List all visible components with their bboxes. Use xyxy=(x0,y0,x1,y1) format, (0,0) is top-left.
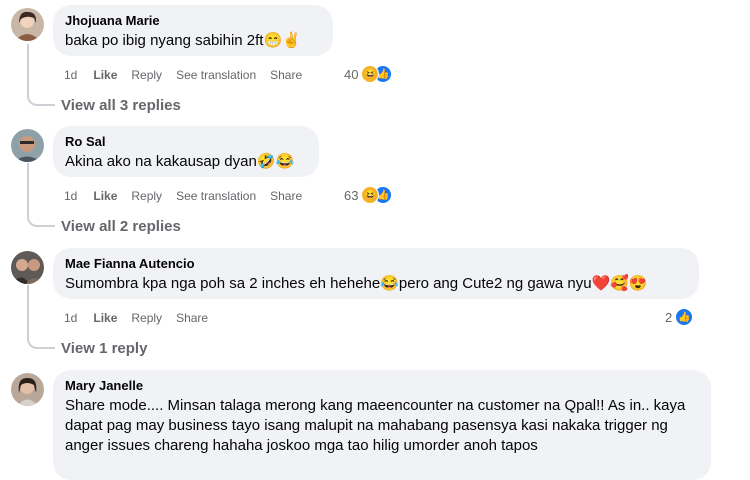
view-replies-link[interactable]: View 1 reply xyxy=(61,340,147,357)
timestamp[interactable]: 1d xyxy=(64,189,77,203)
comment-actions: 1d Like Reply Share xyxy=(64,310,222,326)
comment-actions: 1d Like Reply See translation Share xyxy=(64,67,316,83)
comment-actions: 1d Like Reply See translation Share xyxy=(64,188,316,204)
reaction-count: 2 xyxy=(665,309,673,325)
comment-bubble: Mae Fianna Autencio Sumombra kpa nga poh… xyxy=(53,248,699,299)
thread-line xyxy=(27,163,55,227)
view-replies-link[interactable]: View all 2 replies xyxy=(61,218,181,235)
reply-button[interactable]: Reply xyxy=(131,311,162,325)
reaction-count: 40 xyxy=(344,66,359,82)
like-button[interactable]: Like xyxy=(93,68,117,82)
comment-text: baka po ibig nyang sabihin 2ft😁✌ xyxy=(65,32,301,49)
timestamp[interactable]: 1d xyxy=(64,68,77,82)
view-replies-link[interactable]: View all 3 replies xyxy=(61,97,181,114)
comment-text: Share mode.... Minsan talaga merong kang… xyxy=(65,397,686,454)
share-button[interactable]: Share xyxy=(270,189,302,203)
comment-bubble: Ro Sal Akina ako na kakausap dyan🤣😂 xyxy=(53,126,319,177)
like-button[interactable]: Like xyxy=(93,189,117,203)
commenter-name[interactable]: Ro Sal xyxy=(65,134,307,150)
reaction-count: 63 xyxy=(344,187,359,203)
see-translation-button[interactable]: See translation xyxy=(176,189,256,203)
share-button[interactable]: Share xyxy=(176,311,208,325)
avatar[interactable] xyxy=(11,251,44,284)
commenter-name[interactable]: Mae Fianna Autencio xyxy=(65,256,687,272)
comment-bubble: Jhojuana Marie baka po ibig nyang sabihi… xyxy=(53,5,333,56)
share-button[interactable]: Share xyxy=(270,68,302,82)
comment-text: Akina ako na kakausap dyan🤣😂 xyxy=(65,153,295,170)
avatar[interactable] xyxy=(11,8,44,41)
thread-line xyxy=(27,285,55,349)
timestamp[interactable]: 1d xyxy=(64,311,77,325)
like-button[interactable]: Like xyxy=(93,311,117,325)
see-translation-button[interactable]: See translation xyxy=(176,68,256,82)
reply-button[interactable]: Reply xyxy=(131,68,162,82)
reaction-summary[interactable]: 63 😆 👍 xyxy=(344,186,393,204)
avatar[interactable] xyxy=(11,129,44,162)
reply-button[interactable]: Reply xyxy=(131,189,162,203)
reaction-summary[interactable]: 2 👍 xyxy=(665,308,694,326)
commenter-name[interactable]: Jhojuana Marie xyxy=(65,13,321,29)
like-reaction-icon: 👍 xyxy=(675,308,694,326)
comment-bubble: Mary Janelle Share mode.... Minsan talag… xyxy=(53,370,711,480)
reaction-summary[interactable]: 40 😆 👍 xyxy=(344,65,393,83)
commenter-name[interactable]: Mary Janelle xyxy=(65,378,699,394)
comment-text: Sumombra kpa nga poh sa 2 inches eh hehe… xyxy=(65,275,648,292)
thread-line xyxy=(27,44,55,106)
avatar[interactable] xyxy=(11,373,44,406)
